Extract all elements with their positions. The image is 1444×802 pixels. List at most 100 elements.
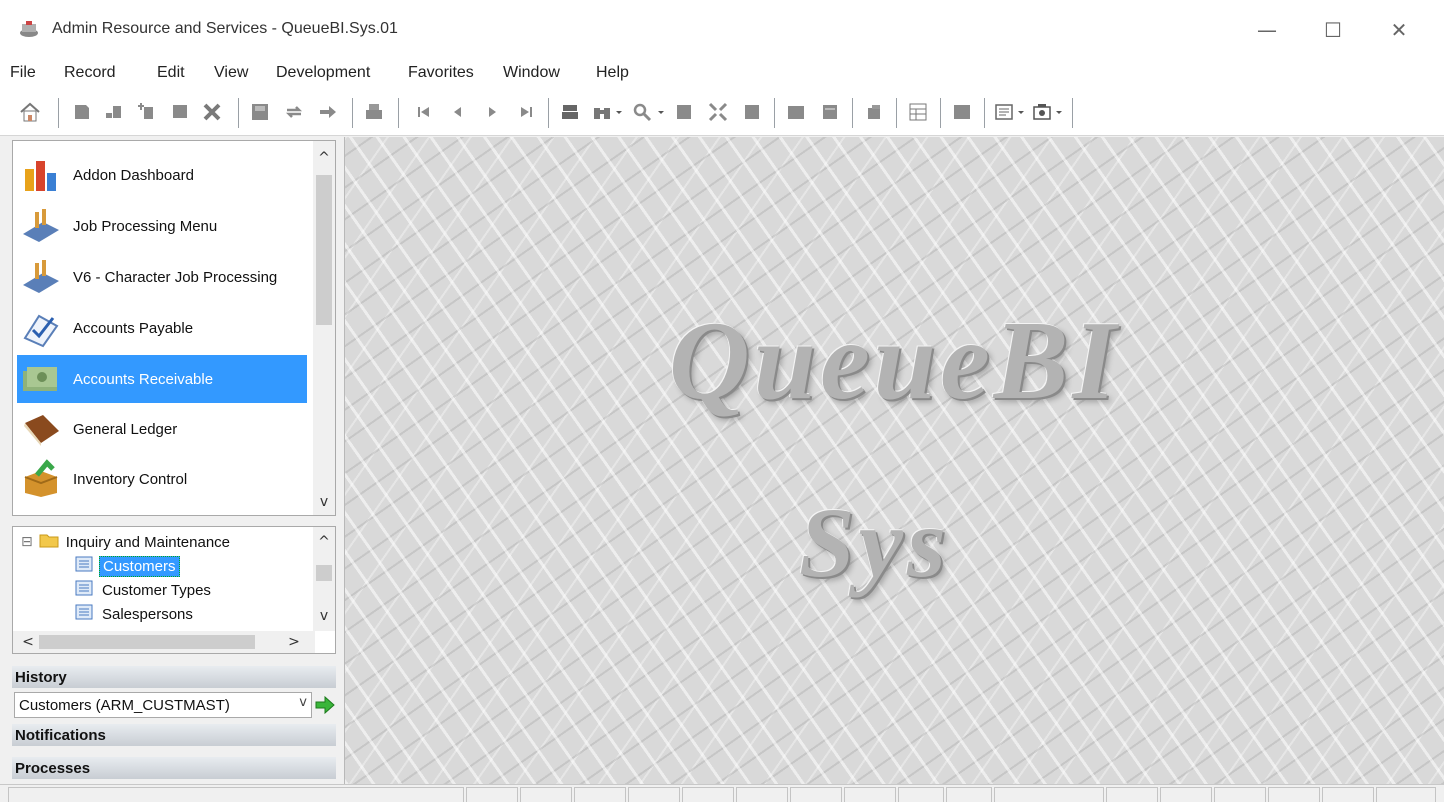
scroll-up-button[interactable]: ^	[313, 147, 335, 169]
status-panel	[1268, 787, 1320, 802]
scroll-up-button[interactable]: ^	[313, 531, 335, 553]
app-window: Admin Resource and Services - QueueBI.Sy…	[0, 0, 1444, 802]
menu-bar: File Record Edit View Development Favori…	[0, 58, 1444, 90]
history-dropdown[interactable]: Customers (ARM_CUSTMAST) v	[14, 692, 312, 718]
menu-file[interactable]: File	[10, 64, 36, 82]
history-header[interactable]: History	[12, 666, 336, 688]
nav-item-accounts-receivable[interactable]: Accounts Receivable	[17, 355, 307, 403]
nav-item-job-processing-menu[interactable]: Job Processing Menu	[17, 202, 307, 250]
first-record-icon[interactable]	[412, 100, 436, 124]
form-icon[interactable]	[740, 100, 764, 124]
scroll-thumb[interactable]	[39, 635, 255, 649]
zoom-dropdown-icon[interactable]	[656, 100, 666, 124]
report-icon[interactable]	[818, 100, 842, 124]
status-panel	[1214, 787, 1266, 802]
nav-item-label: Accounts Payable	[73, 319, 194, 337]
nav-item-accounts-payable[interactable]: Accounts Payable	[17, 304, 307, 352]
next-record-icon[interactable]	[480, 100, 504, 124]
scroll-down-button[interactable]: v	[313, 491, 335, 513]
menu-favorites[interactable]: Favorites	[408, 64, 474, 82]
collapse-toggle-icon[interactable]: ⊟	[21, 534, 33, 550]
main-workspace: QueueBI Sys	[344, 137, 1444, 784]
tree-horizontal-scrollbar[interactable]: < >	[13, 631, 315, 653]
scroll-thumb[interactable]	[316, 565, 332, 581]
bar-chart-icon	[19, 153, 63, 197]
nav-item-general-ledger[interactable]: General Ledger	[17, 405, 307, 453]
chevron-down-icon[interactable]: v	[299, 695, 307, 710]
zoom-icon[interactable]	[630, 100, 654, 124]
nav-item-label: V6 - Character Job Processing	[73, 268, 278, 286]
grid-icon[interactable]	[672, 100, 696, 124]
notifications-header[interactable]: Notifications	[12, 724, 336, 746]
scroll-left-button[interactable]: <	[17, 631, 39, 653]
tree-vertical-scrollbar[interactable]: ^ v	[313, 527, 335, 631]
module-list-scrollbar[interactable]: ^ v	[313, 141, 335, 515]
attach-icon[interactable]	[862, 100, 886, 124]
nav-item-v6-character-job-processing[interactable]: V6 - Character Job Processing	[17, 253, 307, 301]
calendar-icon[interactable]	[906, 100, 930, 124]
layout-dropdown-icon[interactable]	[1016, 100, 1026, 124]
window-icon[interactable]	[950, 100, 974, 124]
new-record-icon[interactable]	[70, 100, 94, 124]
status-panel	[790, 787, 842, 802]
status-panel	[466, 787, 518, 802]
nav-item-label: General Ledger	[73, 420, 178, 438]
status-panel	[1106, 787, 1158, 802]
find-icon[interactable]	[590, 100, 614, 124]
menu-window[interactable]: Window	[503, 64, 560, 82]
scroll-down-button[interactable]: v	[313, 605, 335, 627]
menu-record[interactable]: Record	[64, 64, 116, 82]
menu-view[interactable]: View	[214, 64, 248, 82]
delete-icon[interactable]	[200, 100, 224, 124]
copy-record-icon[interactable]	[168, 100, 192, 124]
nav-item-label: Inventory Control	[73, 470, 188, 488]
status-panel	[844, 787, 896, 802]
forward-icon[interactable]	[316, 100, 340, 124]
minimize-button[interactable]: —	[1244, 10, 1290, 50]
status-panel	[1376, 787, 1436, 802]
tree-item-customers[interactable]: Customers	[75, 555, 180, 577]
lookup-icon[interactable]	[558, 100, 582, 124]
find-dropdown-icon[interactable]	[614, 100, 624, 124]
last-record-icon[interactable]	[514, 100, 538, 124]
nav-item-addon-dashboard[interactable]: Addon Dashboard	[17, 151, 307, 199]
history-row: Customers (ARM_CUSTMAST) v	[12, 690, 336, 720]
insert-record-icon[interactable]	[102, 100, 126, 124]
history-selected-value: Customers (ARM_CUSTMAST)	[19, 696, 230, 714]
box-icon	[19, 457, 63, 501]
scroll-thumb[interactable]	[316, 175, 332, 325]
home-icon[interactable]	[18, 100, 42, 124]
expand-icon[interactable]	[706, 100, 730, 124]
refresh-icon[interactable]	[282, 100, 306, 124]
screenshot-icon[interactable]	[1030, 100, 1054, 124]
layout-icon[interactable]	[992, 100, 1016, 124]
status-panel	[1160, 787, 1212, 802]
menu-edit[interactable]: Edit	[157, 64, 185, 82]
status-panel	[1322, 787, 1374, 802]
menu-development[interactable]: Development	[276, 64, 370, 82]
window-title: Admin Resource and Services - QueueBI.Sy…	[52, 20, 398, 37]
go-arrow-icon[interactable]	[314, 693, 336, 717]
nav-item-label: Accounts Receivable	[73, 370, 214, 388]
nav-item-inventory-control[interactable]: Inventory Control	[17, 455, 307, 503]
status-panel	[574, 787, 626, 802]
status-panel	[898, 787, 944, 802]
list-icon[interactable]	[784, 100, 808, 124]
tree-item-salespersons[interactable]: Salespersons	[75, 603, 196, 625]
menu-help[interactable]: Help	[596, 64, 629, 82]
status-panel	[628, 787, 680, 802]
insert-before-icon[interactable]	[134, 100, 158, 124]
tree-folder-inquiry-and-maintenance[interactable]: ⊟ Inquiry and Maintenance	[21, 531, 233, 553]
scroll-right-button[interactable]: >	[283, 631, 305, 653]
print-icon[interactable]	[362, 100, 386, 124]
job-processing-icon	[19, 204, 63, 248]
tree-item-customer-types[interactable]: Customer Types	[75, 579, 214, 601]
processes-header[interactable]: Processes	[12, 757, 336, 779]
nav-item-label: Job Processing Menu	[73, 217, 218, 235]
app-icon	[18, 20, 40, 38]
maximize-button[interactable]: ☐	[1310, 10, 1356, 50]
save-icon[interactable]	[248, 100, 272, 124]
screenshot-dropdown-icon[interactable]	[1054, 100, 1064, 124]
close-button[interactable]: ✕	[1376, 10, 1422, 50]
previous-record-icon[interactable]	[446, 100, 470, 124]
